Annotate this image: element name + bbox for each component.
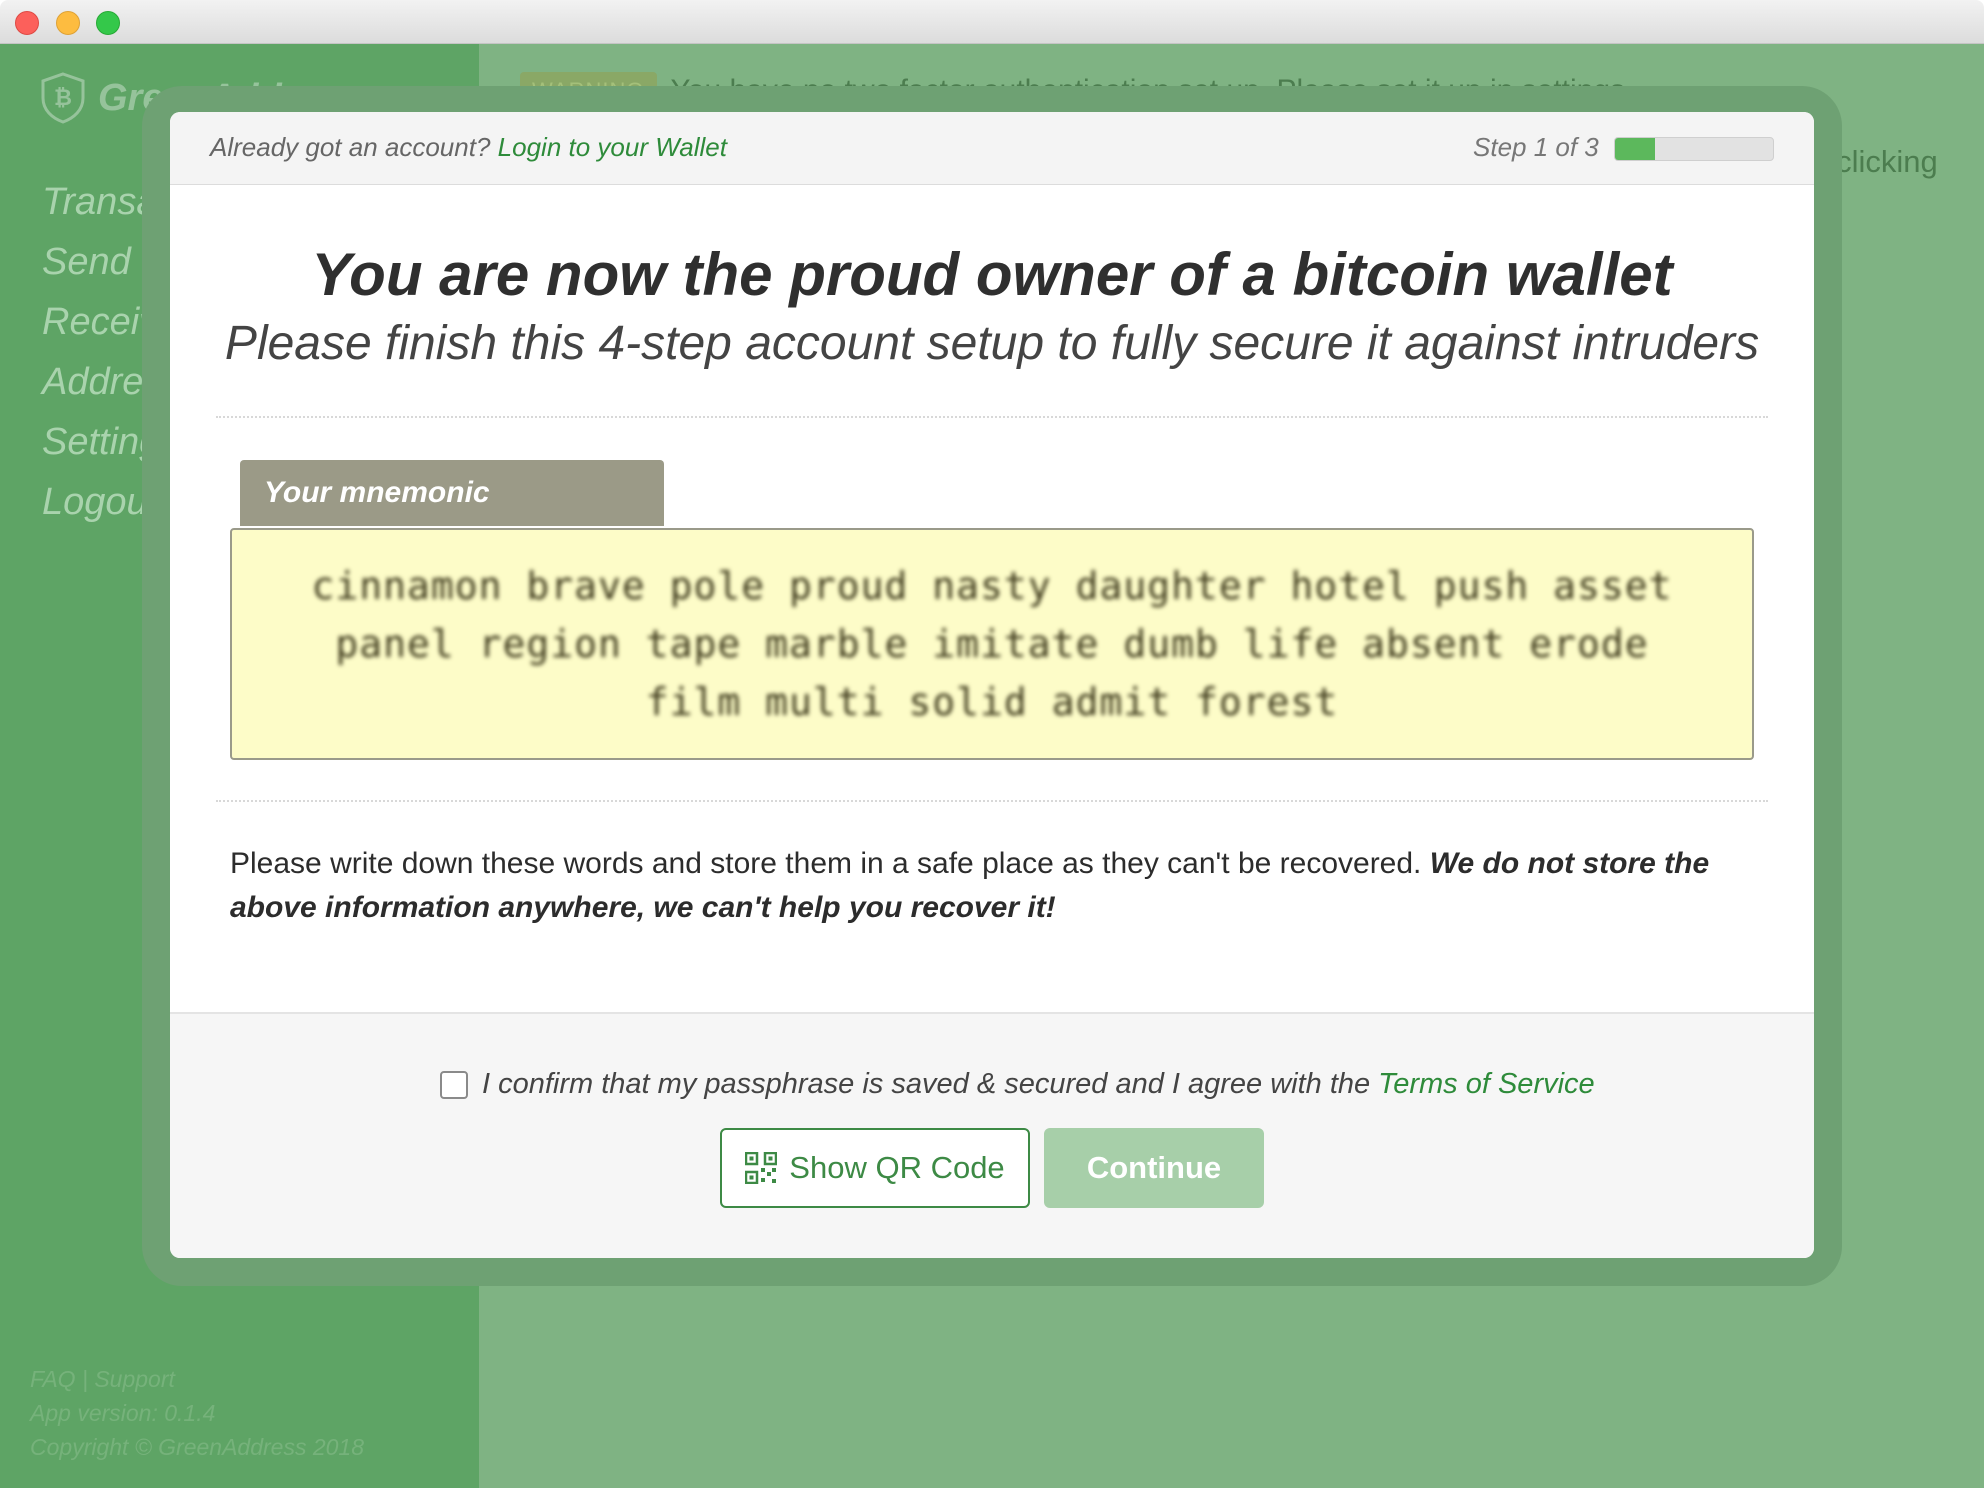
sidebar-footer: FAQ | Support App version: 0.1.4 Copyrig… [30, 1362, 364, 1464]
login-wallet-link[interactable]: Login to your Wallet [498, 132, 727, 162]
step-indicator: Step 1 of 3 [1473, 132, 1599, 162]
window-titlebar [0, 0, 1984, 44]
backup-notice: Please write down these words and store … [230, 842, 1760, 930]
app-version: App version: 0.1.4 [30, 1400, 216, 1426]
confirm-text: I confirm that my passphrase is saved & … [482, 1068, 1371, 1100]
terms-of-service-link[interactable]: Terms of Service [1378, 1068, 1595, 1101]
backup-notice-text: Please write down these words and store … [230, 847, 1422, 880]
continue-button[interactable]: Continue [1044, 1128, 1264, 1208]
footer-separator: | [81, 1366, 88, 1392]
copyright: Copyright © GreenAddress 2018 [30, 1434, 365, 1460]
modal-footer: I confirm that my passphrase is saved & … [170, 1012, 1814, 1258]
show-qr-code-label: Show QR Code [789, 1150, 1005, 1185]
setup-modal: Already got an account? Login to your Wa… [170, 112, 1814, 1258]
window-minimize-button[interactable] [56, 11, 80, 35]
passphrase-label: Your mnemonic passphrase [240, 460, 664, 575]
already-account-text: Already got an account? Login to your Wa… [210, 132, 727, 163]
modal-header: Already got an account? Login to your Wa… [170, 112, 1814, 185]
continue-label: Continue [1086, 1150, 1222, 1185]
bitcoin-shield-icon: ₿ [41, 72, 85, 124]
confirm-checkbox[interactable] [440, 1070, 468, 1099]
divider-bottom [216, 800, 1768, 802]
divider-top [216, 416, 1768, 418]
modal-title: You are now the proud owner of a bitcoin… [311, 241, 1673, 308]
support-link[interactable]: Support [94, 1366, 175, 1392]
window-close-button[interactable] [15, 11, 39, 35]
svg-text:₿: ₿ [54, 86, 72, 111]
passphrase-box: cinnamon brave pole proud nasty daughter… [230, 528, 1754, 760]
step-progress-bar [1614, 137, 1774, 161]
window-maximize-button[interactable] [96, 11, 120, 35]
qr-code-icon [745, 1152, 778, 1184]
confirm-row: I confirm that my passphrase is saved & … [440, 1068, 1595, 1101]
faq-link[interactable]: FAQ [30, 1366, 76, 1392]
already-account-label: Already got an account? [210, 132, 491, 162]
passphrase-text: cinnamon brave pole proud nasty daughter… [311, 564, 1673, 724]
modal-subtitle: Please finish this 4-step account setup … [224, 317, 1760, 370]
step-progress-fill [1615, 138, 1655, 160]
show-qr-code-button[interactable]: Show QR Code [720, 1128, 1030, 1208]
